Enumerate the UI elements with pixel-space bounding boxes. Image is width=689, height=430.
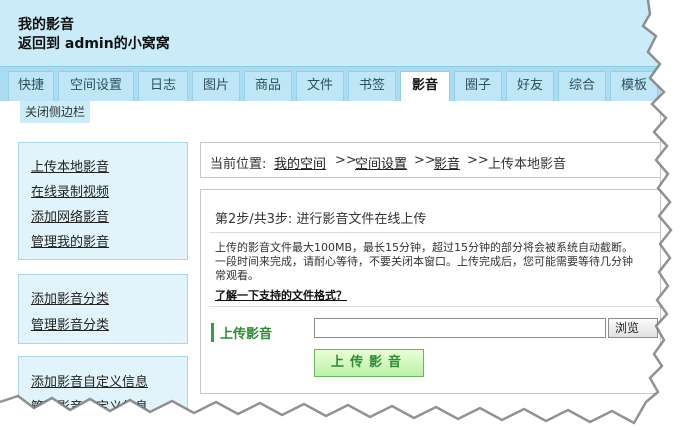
back-link[interactable]: 返回到 admin的小窝窝 (18, 33, 170, 53)
page-title: 我的影音 (18, 17, 74, 33)
page-frame: 我的影音 返回到 admin的小窝窝 快捷 空间设置 日志 图片 商品 文件 书… (0, 0, 661, 410)
tab-blog[interactable]: 日志 (138, 71, 188, 101)
sidebar-item-manage-media[interactable]: 管理我的影音 (31, 231, 109, 250)
supported-formats-link[interactable]: 了解一下支持的文件格式？ (215, 287, 347, 303)
close-sidebar-button[interactable]: 关闭侧边栏 (20, 101, 91, 123)
breadcrumb-sep: >> (414, 153, 436, 168)
upload-submit-button[interactable]: 上传影音 (314, 349, 424, 377)
sidebar-item-add-network[interactable]: 添加网络影音 (31, 206, 109, 225)
tab-goods[interactable]: 商品 (244, 71, 292, 101)
upload-label: 上传影音 (211, 323, 272, 342)
browse-button[interactable]: 浏览 (608, 318, 658, 338)
tab-media[interactable]: 影音 (400, 71, 450, 101)
tab-template[interactable]: 模板 (610, 71, 658, 101)
tab-space-settings[interactable]: 空间设置 (58, 71, 134, 101)
upload-info-line: 常观看。 (215, 269, 259, 282)
tab-files[interactable]: 文件 (296, 71, 344, 101)
tab-bookmarks[interactable]: 书签 (348, 71, 396, 101)
tab-shortcut[interactable]: 快捷 (8, 71, 54, 101)
file-path-input[interactable] (314, 318, 606, 338)
sidebar-group-media: 上传本地影音 在线录制视频 添加网络影音 管理我的影音 (18, 142, 188, 260)
divider (209, 306, 660, 307)
sidebar-item-add-category[interactable]: 添加影音分类 (31, 288, 109, 307)
breadcrumb: 当前位置: 我的空间 >> 空间设置 >> 影音 >> 上传本地影音 (200, 142, 660, 178)
breadcrumb-sep: >> (335, 153, 357, 168)
sidebar-item-upload-local[interactable]: 上传本地影音 (31, 156, 109, 175)
page-header: 我的影音 返回到 admin的小窝窝 (0, 0, 660, 66)
tab-general[interactable]: 综合 (558, 71, 606, 101)
upload-info-line: 一段时间来完成，请耐心等待，不要关闭本窗口。上传完成后，您可能需要等待几分钟 (215, 255, 633, 268)
breadcrumb-space-settings[interactable]: 空间设置 (355, 153, 407, 172)
tab-circles[interactable]: 圈子 (454, 71, 502, 101)
breadcrumb-label: 当前位置: (210, 157, 267, 172)
nav-bar: 快捷 空间设置 日志 图片 商品 文件 书签 影音 圈子 好友 综合 模板 (0, 66, 660, 101)
upload-panel: 第2步/共3步: 进行影音文件在线上传 上传的影音文件最大100MB，最长15分… (200, 189, 660, 394)
tab-photos[interactable]: 图片 (192, 71, 240, 101)
sidebar-group-custom: 添加影音自定义信息 管理影音自定义信息 (18, 356, 188, 410)
step-indicator: 第2步/共3步: 进行影音文件在线上传 (215, 212, 427, 227)
breadcrumb-sep: >> (467, 153, 489, 168)
sidebar-item-add-custom-info[interactable]: 添加影音自定义信息 (31, 371, 148, 390)
divider (209, 232, 660, 233)
breadcrumb-media[interactable]: 影音 (434, 153, 460, 172)
sidebar-group-category: 添加影音分类 管理影音分类 (18, 274, 188, 344)
breadcrumb-current: 上传本地影音 (488, 157, 567, 172)
breadcrumb-my-space[interactable]: 我的空间 (274, 153, 326, 172)
sidebar-item-manage-custom-info[interactable]: 管理影音自定义信息 (31, 396, 148, 410)
sidebar-item-record-video[interactable]: 在线录制视频 (31, 181, 109, 200)
tab-friends[interactable]: 好友 (506, 71, 554, 101)
sidebar-item-manage-category[interactable]: 管理影音分类 (31, 314, 109, 333)
